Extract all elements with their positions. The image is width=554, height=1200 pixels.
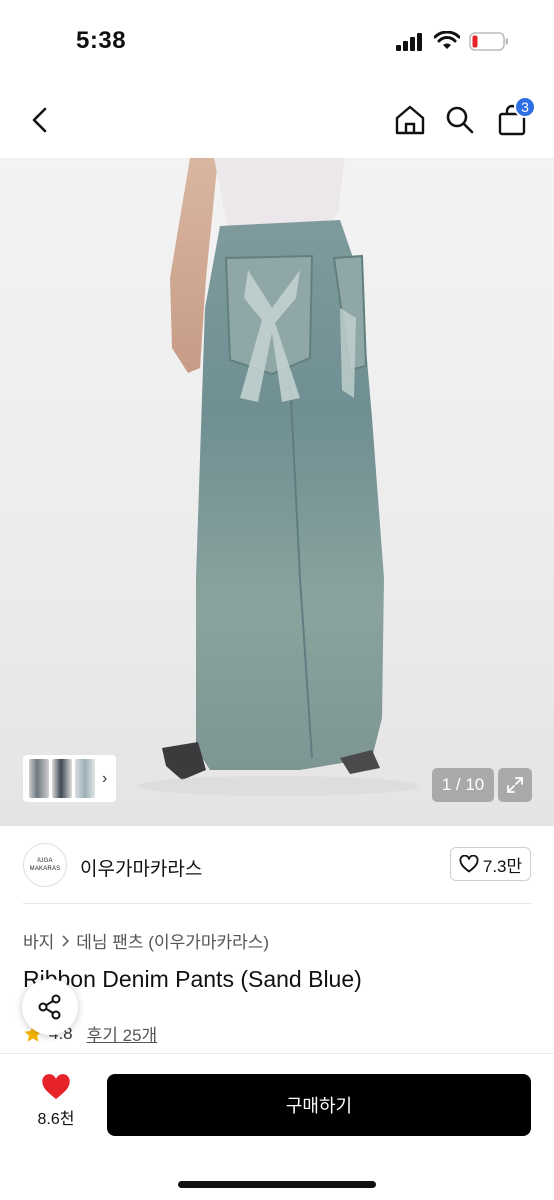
brand-name[interactable]: 이우가마카라스 bbox=[80, 854, 202, 881]
heart-outline-icon bbox=[459, 855, 479, 873]
expand-image-button[interactable] bbox=[498, 768, 532, 802]
battery-low-icon bbox=[469, 32, 508, 51]
back-button[interactable] bbox=[18, 98, 62, 142]
breadcrumb-chevron-icon bbox=[62, 934, 70, 947]
search-icon bbox=[446, 106, 474, 134]
expand-icon bbox=[507, 777, 523, 793]
cellular-signal-icon bbox=[396, 33, 422, 51]
breadcrumb-subcategory[interactable]: 데님 팬츠 (이우가마카라스) bbox=[76, 928, 269, 953]
brand-row: IUGA MAKARAS 이우가마카라스 7.3만 bbox=[0, 826, 554, 904]
cart-count-badge: 3 bbox=[514, 96, 536, 118]
status-bar: 5:38 bbox=[0, 0, 554, 84]
breadcrumb: 바지 데님 팬츠 (이우가마카라스) bbox=[23, 928, 269, 953]
product-title: Ribbon Denim Pants (Sand Blue) bbox=[23, 966, 362, 992]
product-image-carousel[interactable]: › 1 / 10 bbox=[0, 158, 554, 826]
thumbnail-2[interactable] bbox=[52, 759, 72, 798]
home-icon bbox=[395, 105, 425, 135]
heart-filled-icon bbox=[42, 1074, 70, 1099]
search-button[interactable] bbox=[438, 98, 482, 142]
brand-like-count: 7.3만 bbox=[482, 856, 523, 876]
buy-button[interactable]: 구매하기 bbox=[107, 1074, 531, 1136]
wifi-icon bbox=[434, 31, 460, 49]
review-count-link[interactable]: 후기 25개 bbox=[87, 1021, 158, 1046]
image-page-counter: 1 / 10 bbox=[432, 768, 494, 802]
bottom-action-bar: 8.6천 구매하기 bbox=[0, 1053, 554, 1200]
breadcrumb-category[interactable]: 바지 bbox=[23, 928, 54, 953]
thumbnail-strip[interactable]: › bbox=[23, 755, 116, 802]
cart-button[interactable]: 3 bbox=[490, 96, 536, 142]
home-indicator bbox=[178, 1181, 376, 1188]
wishlist-button[interactable]: 8.6천 bbox=[26, 1074, 86, 1138]
brand-logo[interactable]: IUGA MAKARAS bbox=[23, 843, 67, 887]
wishlist-count: 8.6천 bbox=[37, 1111, 75, 1128]
status-time: 5:38 bbox=[76, 27, 127, 54]
top-nav-bar: 3 bbox=[0, 84, 554, 158]
brand-like-button[interactable]: 7.3만 bbox=[450, 847, 531, 881]
share-button[interactable] bbox=[22, 979, 78, 1035]
thumbnail-next-icon[interactable]: › bbox=[102, 770, 107, 788]
share-icon bbox=[38, 994, 61, 1020]
home-button[interactable] bbox=[388, 98, 432, 142]
section-divider bbox=[23, 903, 531, 904]
thumbnail-3[interactable] bbox=[75, 759, 95, 798]
thumbnail-1[interactable] bbox=[29, 759, 49, 798]
brand-logo-line2: MAKARAS bbox=[29, 866, 61, 872]
product-photo bbox=[138, 158, 418, 796]
brand-logo-line1: IUGA bbox=[37, 858, 53, 864]
back-chevron-icon bbox=[32, 107, 47, 133]
